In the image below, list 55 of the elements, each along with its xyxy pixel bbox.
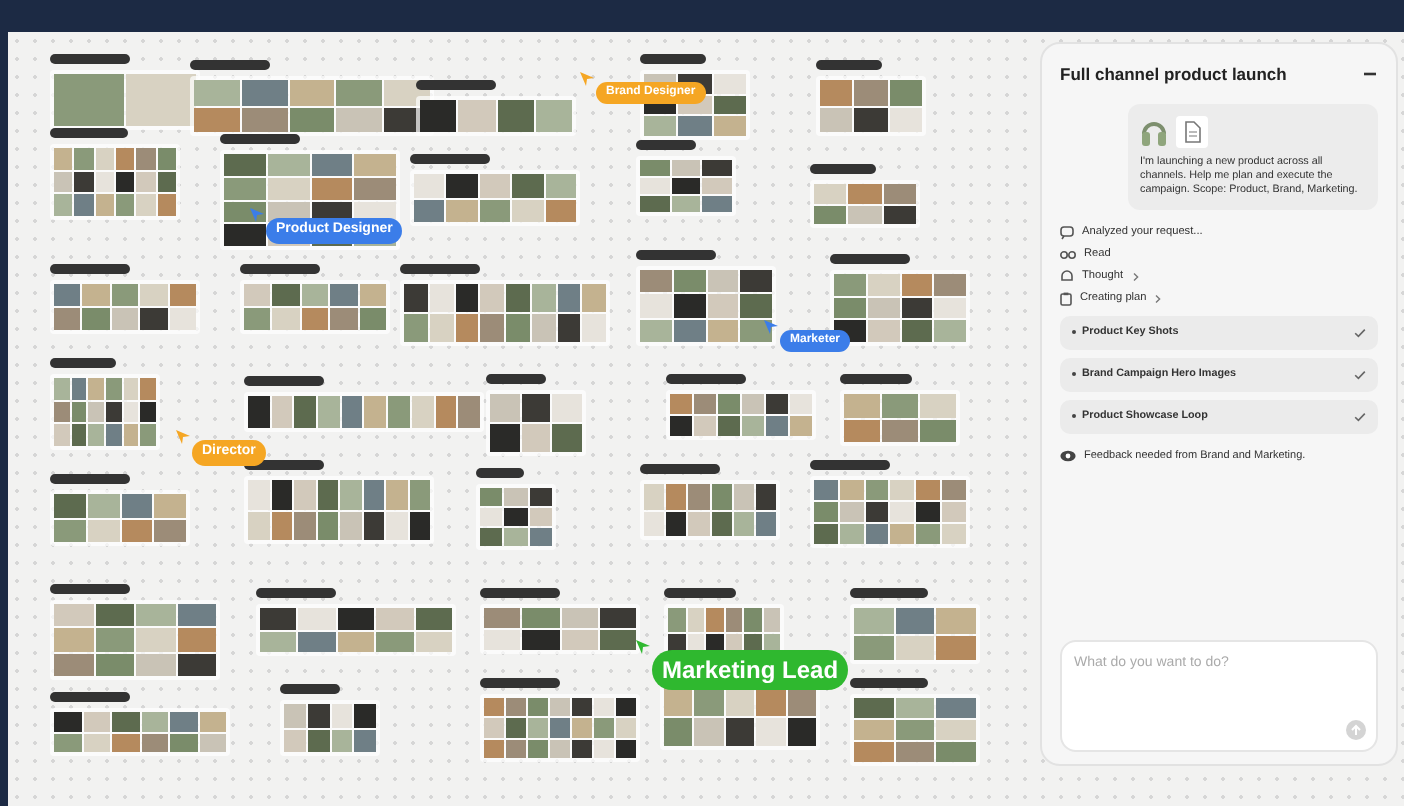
group-label-tag <box>640 464 720 474</box>
group-label-tag <box>50 54 130 64</box>
group-label-tag <box>256 588 336 598</box>
image-group-drawing <box>50 490 190 546</box>
group-label-tag <box>636 140 696 150</box>
group-label-tag <box>810 164 876 174</box>
image-group-drawing <box>850 694 980 766</box>
group-label-tag <box>50 692 130 702</box>
group-label-tag <box>664 588 736 598</box>
image-group-drawing <box>636 156 736 216</box>
image-group-drawing <box>476 484 556 550</box>
group-label-tag <box>50 358 116 368</box>
group-label-tag <box>666 374 746 384</box>
group-label-tag <box>410 154 490 164</box>
document-icon <box>1176 115 1208 148</box>
group-label-tag <box>480 678 560 688</box>
image-group-drawing <box>636 266 776 346</box>
group-label-tag <box>220 134 300 144</box>
group-label-tag <box>486 374 546 384</box>
image-group-drawing <box>640 480 780 540</box>
group-label-tag <box>50 264 130 274</box>
group-label-tag <box>190 60 270 70</box>
group-label-tag <box>810 460 890 470</box>
group-label-tag <box>400 264 480 274</box>
image-group-drawing <box>280 700 380 756</box>
group-label-tag <box>636 250 716 260</box>
group-label-tag <box>280 684 340 694</box>
group-label-tag <box>480 588 560 598</box>
group-label-tag <box>640 54 706 64</box>
image-group-drawing <box>816 76 926 136</box>
group-label-tag <box>830 254 910 264</box>
eye-icon <box>1060 449 1076 462</box>
chevron-icon[interactable] <box>1131 271 1140 282</box>
group-label-tag <box>850 678 928 688</box>
group-label-tag <box>244 376 324 386</box>
image-group-drawing <box>50 144 180 220</box>
group-label-tag <box>240 264 320 274</box>
glasses-icon <box>1060 249 1076 260</box>
group-label-tag <box>850 588 928 598</box>
group-label-tag <box>476 468 524 478</box>
group-label-tag <box>840 374 912 384</box>
clipboard-icon <box>1060 291 1072 306</box>
group-label-tag <box>50 128 128 138</box>
group-label-tag <box>816 60 882 70</box>
collaborator-label: Marketing Lead <box>652 650 849 690</box>
group-label-tag <box>50 584 130 594</box>
group-label-tag <box>416 80 496 90</box>
image-group-drawing <box>840 390 960 446</box>
image-group-drawing <box>850 604 980 664</box>
chat-icon <box>1060 225 1074 240</box>
panel-title: Full channel product launch <box>1060 62 1287 88</box>
image-group-drawing <box>810 180 920 228</box>
chevron-icon[interactable] <box>1154 293 1163 304</box>
group-label-tag <box>50 474 130 484</box>
image-group-drawing <box>50 374 160 450</box>
